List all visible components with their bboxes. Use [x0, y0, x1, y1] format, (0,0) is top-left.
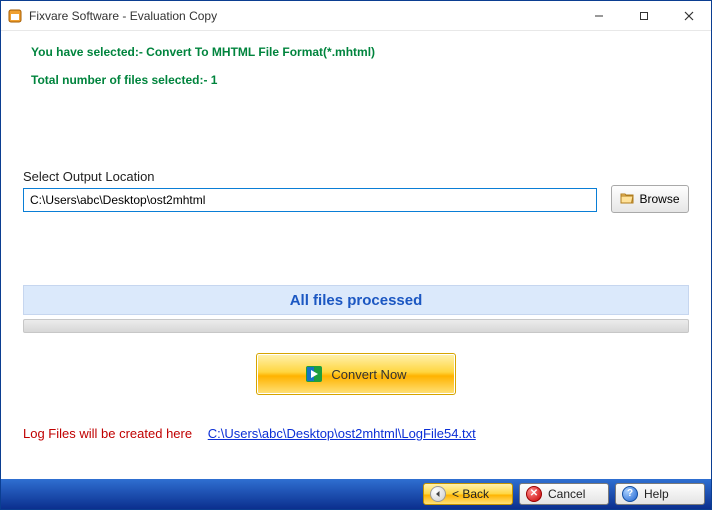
- help-button[interactable]: ? Help: [615, 483, 705, 505]
- window-controls: [576, 1, 711, 30]
- back-button-label: < Back: [452, 487, 489, 501]
- convert-now-button[interactable]: Convert Now: [256, 353, 456, 395]
- app-window: Fixvare Software - Evaluation Copy You h…: [0, 0, 712, 510]
- progress-bar: [23, 319, 689, 333]
- minimize-button[interactable]: [576, 1, 621, 30]
- app-icon: [7, 8, 23, 24]
- file-count-text: Total number of files selected:- 1: [1, 69, 711, 91]
- help-icon: ?: [622, 486, 638, 502]
- cancel-button[interactable]: ✕ Cancel: [519, 483, 609, 505]
- footer-bar: < Back ✕ Cancel ? Help: [1, 479, 711, 509]
- content-area: You have selected:- Convert To MHTML Fil…: [1, 31, 711, 479]
- selected-format-text: You have selected:- Convert To MHTML Fil…: [1, 41, 711, 63]
- browse-button[interactable]: Browse: [611, 185, 689, 213]
- close-button[interactable]: [666, 1, 711, 30]
- output-section: Select Output Location Browse: [1, 169, 711, 213]
- maximize-button[interactable]: [621, 1, 666, 30]
- convert-icon: [305, 365, 323, 383]
- browse-button-label: Browse: [639, 192, 679, 206]
- output-location-label: Select Output Location: [23, 169, 689, 184]
- status-message: All files processed: [23, 285, 689, 315]
- help-button-label: Help: [644, 487, 669, 501]
- titlebar: Fixvare Software - Evaluation Copy: [1, 1, 711, 31]
- back-button[interactable]: < Back: [423, 483, 513, 505]
- cancel-icon: ✕: [526, 486, 542, 502]
- folder-icon: [620, 192, 634, 207]
- progress-section: All files processed: [1, 285, 711, 333]
- log-path-link[interactable]: C:\Users\abc\Desktop\ost2mhtml\LogFile54…: [208, 426, 476, 441]
- convert-button-label: Convert Now: [331, 367, 406, 382]
- output-path-input[interactable]: [23, 188, 597, 212]
- log-line: Log Files will be created here C:\Users\…: [23, 426, 476, 441]
- back-arrow-icon: [430, 486, 446, 502]
- log-label: Log Files will be created here: [23, 426, 192, 441]
- cancel-button-label: Cancel: [548, 487, 585, 501]
- window-title: Fixvare Software - Evaluation Copy: [29, 9, 576, 23]
